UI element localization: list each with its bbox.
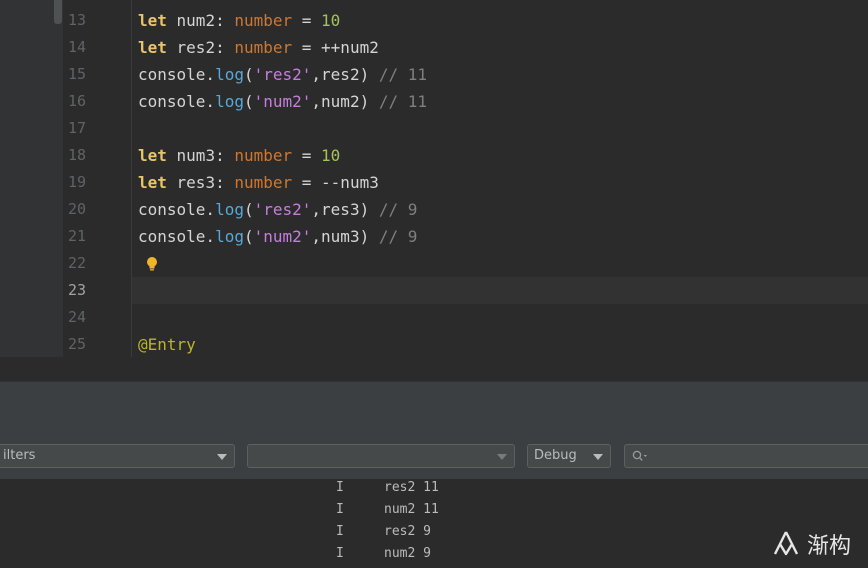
code-line[interactable]: let res2: number = ++num2: [138, 34, 379, 61]
code-token: =: [292, 11, 322, 30]
line-number: 20: [68, 200, 87, 218]
device-dropdown[interactable]: [247, 444, 515, 468]
log-message: num2 11: [384, 502, 439, 517]
code-token: ,res3): [311, 200, 379, 219]
search-icon: [632, 450, 647, 461]
logo-icon: [773, 531, 799, 556]
code-token: number: [234, 146, 293, 165]
code-token: = --num3: [292, 173, 379, 192]
watermark: 渐构: [771, 528, 851, 560]
watermark-text: 渐构: [807, 534, 852, 559]
log-row[interactable]: Ires2 9: [0, 521, 868, 543]
line-number: 13: [68, 11, 87, 29]
code-line[interactable]: @Entry: [138, 331, 196, 358]
line-number: 16: [68, 92, 87, 110]
code-token: let: [138, 38, 167, 57]
code-token: 'num2': [253, 92, 312, 111]
log-row[interactable]: Ires2 11: [0, 477, 868, 499]
code-token: num3:: [166, 146, 235, 165]
log-level: I: [336, 480, 344, 495]
code-token: 'num2': [253, 227, 312, 246]
code-token: log: [215, 92, 244, 111]
code-token: console.: [138, 227, 216, 246]
code-token: (: [243, 65, 254, 84]
code-token: // 9: [378, 200, 418, 219]
code-token: log: [215, 200, 244, 219]
chevron-down-icon: [593, 454, 603, 460]
line-number: 22: [68, 254, 87, 272]
code-token: @Entry: [138, 335, 196, 354]
code-token: ,res2): [311, 65, 379, 84]
code-token: number: [234, 173, 293, 192]
log-level-dropdown[interactable]: Debug: [527, 444, 611, 468]
log-message: num2 9: [384, 546, 431, 561]
code-token: (: [243, 227, 254, 246]
code-line[interactable]: console.log('num2',num2) // 11: [138, 88, 427, 115]
code-token: 10: [321, 146, 341, 165]
code-token: number: [234, 38, 293, 57]
line-number: 25: [68, 335, 87, 353]
logcat-output[interactable]: Ires2 11 Inum2 11 Ires2 9 Inum2 9: [0, 479, 868, 568]
filters-dropdown[interactable]: ilters: [0, 444, 235, 468]
code-token: console.: [138, 200, 216, 219]
code-token: res3:: [166, 173, 235, 192]
code-token: num2:: [166, 11, 235, 30]
log-level-label: Debug: [534, 448, 577, 463]
code-token: 'res2': [253, 200, 312, 219]
code-token: log: [215, 227, 244, 246]
line-number: 19: [68, 173, 87, 191]
code-token: res2:: [166, 38, 235, 57]
code-token: // 11: [378, 92, 428, 111]
panel-divider[interactable]: [0, 357, 868, 381]
lightbulb-icon[interactable]: [146, 256, 158, 272]
code-token: (: [243, 200, 254, 219]
line-number: 24: [68, 308, 87, 326]
line-number: 14: [68, 38, 87, 56]
chevron-down-icon: [497, 454, 507, 460]
bottom-panel-header: [0, 381, 868, 410]
filters-dropdown-label: ilters: [3, 448, 36, 463]
code-token: 10: [321, 11, 341, 30]
code-token: let: [138, 173, 167, 192]
code-token: // 9: [378, 227, 418, 246]
line-number: 17: [68, 119, 87, 137]
line-number: 15: [68, 65, 87, 83]
left-tool-strip: [0, 0, 63, 380]
code-token: let: [138, 11, 167, 30]
log-level: I: [336, 524, 344, 539]
code-token: ,num3): [311, 227, 379, 246]
log-message: res2 9: [384, 524, 431, 539]
code-line[interactable]: let num3: number = 10: [138, 142, 340, 169]
code-token: =: [292, 146, 322, 165]
log-row[interactable]: Inum2 9: [0, 543, 868, 565]
code-token: let: [138, 146, 167, 165]
code-token: console.: [138, 65, 216, 84]
logcat-search-input[interactable]: [624, 444, 868, 468]
code-line[interactable]: console.log('res2',res3) // 9: [138, 196, 417, 223]
code-line[interactable]: let num2: number = 10: [138, 7, 340, 34]
log-level: I: [336, 546, 344, 561]
code-token: // 11: [378, 65, 428, 84]
code-token: = ++num2: [292, 38, 379, 57]
code-token: log: [215, 65, 244, 84]
line-number: 18: [68, 146, 87, 164]
log-level: I: [336, 502, 344, 517]
code-line[interactable]: console.log('res2',res2) // 11: [138, 61, 427, 88]
line-number: 23: [68, 281, 87, 299]
code-token: ,num2): [311, 92, 379, 111]
code-line[interactable]: console.log('num2',num3) // 9: [138, 223, 417, 250]
log-message: res2 11: [384, 480, 439, 495]
scrollbar-thumb[interactable]: [54, 0, 62, 24]
code-editor[interactable]: [0, 0, 868, 357]
line-number: 21: [68, 227, 87, 245]
chevron-down-icon: [217, 454, 227, 460]
code-token: number: [234, 11, 293, 30]
log-row[interactable]: Inum2 11: [0, 499, 868, 521]
code-line[interactable]: let res3: number = --num3: [138, 169, 379, 196]
code-token: (: [243, 92, 254, 111]
code-token: 'res2': [253, 65, 312, 84]
code-token: console.: [138, 92, 216, 111]
